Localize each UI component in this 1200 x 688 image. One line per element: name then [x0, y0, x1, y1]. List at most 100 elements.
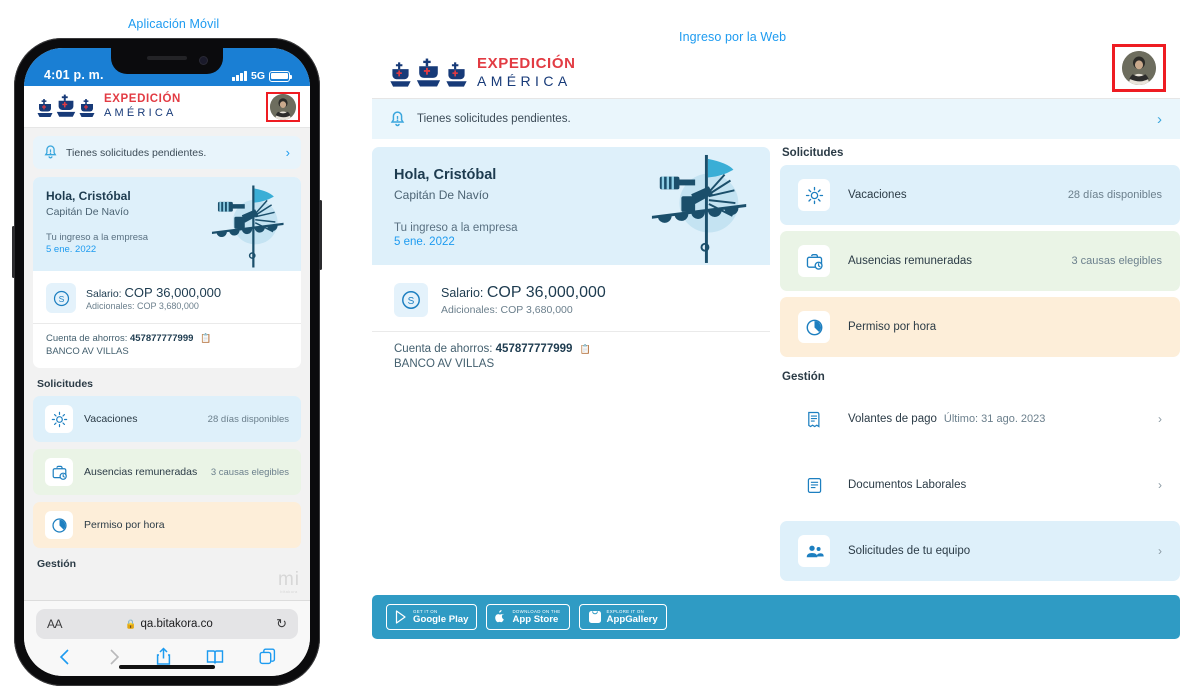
salary-line: Salario: COP 36,000,000	[441, 284, 606, 302]
bitakora-watermark: mi bitakora	[278, 569, 300, 594]
profile-card: Hola, Cristóbal Capitán De Navío Tu ingr…	[33, 177, 301, 368]
joined-label: Tu ingreso a la empresa	[46, 232, 149, 243]
brand-line-2: AMÉRICA	[104, 106, 177, 119]
tile-ausencias[interactable]: Ausencias remuneradas 3 causas elegibles	[780, 231, 1180, 291]
copy-icon[interactable]: 📋	[200, 333, 211, 343]
salary-amount: COP 36,000,000	[124, 285, 222, 300]
tile-meta: 28 días disponibles	[1067, 189, 1162, 201]
briefcase-clock-icon	[798, 245, 830, 277]
avatar[interactable]	[270, 93, 296, 120]
chevron-right-icon[interactable]: ›	[1158, 412, 1162, 426]
account-line: Cuenta de ahorros: 457877777999 📋	[394, 343, 748, 355]
web-left-column: Hola, Cristóbal Capitán De Navío Tu ingr…	[372, 147, 770, 535]
account-number: 457877777999	[495, 343, 573, 355]
tile-label: Ausencias remuneradas	[84, 466, 198, 478]
bank-name: BANCO AV VILLAS	[394, 358, 495, 370]
sailor-crows-nest-illustration	[648, 149, 756, 265]
salary-row: S Salario: COP 36,000,000 Adicionales: C…	[372, 265, 770, 331]
google-play-badge[interactable]: GET IT ON Google Play	[386, 604, 478, 630]
joined-date: 5 ene. 2022	[394, 236, 455, 248]
sun-icon	[798, 179, 830, 211]
payslip-icon	[798, 403, 830, 435]
share-button[interactable]	[156, 647, 171, 666]
brand-line-1: EXPEDICIÓN	[477, 55, 576, 72]
salary-extra-line: Adicionales: COP 3,680,000	[86, 301, 221, 311]
chevron-right-icon[interactable]: ›	[1158, 478, 1162, 492]
account-label: Cuenta de ahorros:	[394, 343, 493, 355]
greeting: Hola, Cristóbal	[46, 189, 131, 203]
section-title-solicitudes: Solicitudes	[782, 147, 844, 159]
ships-logo-icon	[388, 57, 469, 88]
network-label: 5G	[250, 70, 265, 82]
tile-vacaciones[interactable]: Vacaciones 28 días disponibles	[780, 165, 1180, 225]
phone-notch	[111, 48, 223, 74]
avatar[interactable]	[1122, 51, 1156, 85]
section-title-solicitudes: Solicitudes	[37, 378, 94, 390]
sun-icon	[45, 405, 73, 433]
back-button[interactable]	[58, 648, 72, 666]
tile-documentos-laborales[interactable]: Documentos Laborales ›	[780, 455, 1180, 515]
tile-volantes-de-pago[interactable]: Volantes de pago Último: 31 ago. 2023 ›	[780, 389, 1180, 449]
brand-line-2: AMÉRICA	[477, 73, 572, 89]
url-text[interactable]: qa.bitakora.co	[141, 618, 213, 630]
text-size-button[interactable]: AA	[47, 617, 63, 631]
tile-ausencias[interactable]: Ausencias remuneradas 3 causas elegibles	[33, 449, 301, 495]
brand-wordmark: EXPEDICIÓN AMÉRICA	[104, 94, 181, 119]
watermark-subtext: bitakora	[280, 589, 298, 594]
salary-line: Salario: COP 36,000,000	[86, 285, 221, 300]
reload-icon[interactable]: ↻	[276, 616, 287, 632]
tile-meta: 3 causas elegibles	[1071, 255, 1162, 267]
salary-extra-line: Adicionales: COP 3,680,000	[441, 304, 606, 316]
google-play-icon	[395, 610, 406, 624]
web-profile-card: Hola, Cristóbal Capitán De Navío Tu ingr…	[372, 147, 770, 535]
document-icon	[798, 469, 830, 501]
chevron-right-icon[interactable]: ›	[1157, 111, 1162, 128]
tile-solicitudes-equipo[interactable]: Solicitudes de tu equipo ›	[780, 521, 1180, 581]
battery-full-icon	[269, 70, 293, 82]
mobile-content: Tienes solicitudes pendientes. › Hola, C…	[24, 128, 310, 600]
briefcase-clock-icon	[45, 458, 73, 486]
badge-big-text: Google Play	[413, 613, 469, 625]
tile-permiso[interactable]: Permiso por hora	[33, 502, 301, 548]
web-right-column: Solicitudes Vacaciones 28 días disponibl…	[780, 147, 1180, 587]
signal-bars-icon	[232, 71, 247, 81]
section-title-gestion: Gestión	[782, 371, 825, 383]
web-columns: Hola, Cristóbal Capitán De Navío Tu ingr…	[372, 147, 1180, 587]
clock-icon	[798, 311, 830, 343]
copy-icon[interactable]: 📋	[580, 344, 591, 354]
banner-text: Tienes solicitudes pendientes.	[66, 146, 207, 159]
salary-extra-amount: COP 3,680,000	[500, 304, 573, 316]
brand-logo: EXPEDICIÓN AMÉRICA	[36, 94, 181, 119]
brand-logo-web: EXPEDICIÓN AMÉRICA	[388, 56, 576, 88]
chevron-right-icon[interactable]: ›	[1158, 544, 1162, 558]
salary-label: Salario:	[441, 286, 484, 300]
tile-label: Volantes de pago	[848, 413, 937, 425]
pending-requests-banner[interactable]: Tienes solicitudes pendientes. ›	[33, 136, 301, 169]
web-pending-requests-banner[interactable]: Tienes solicitudes pendientes. ›	[372, 99, 1180, 139]
role: Capitán De Navío	[394, 188, 489, 202]
account-block: Cuenta de ahorros: 457877777999 📋 BANCO …	[33, 324, 301, 368]
mobile-avatar-highlight[interactable]	[266, 91, 300, 122]
appgallery-icon	[588, 611, 601, 623]
mobile-app-header: EXPEDICIÓN AMÉRICA	[24, 86, 310, 128]
account-number: 457877777999	[129, 333, 194, 344]
brand-line-1: EXPEDICIÓN	[104, 93, 181, 106]
forward-button[interactable]	[107, 648, 121, 666]
bookmarks-button[interactable]	[206, 649, 224, 665]
tile-meta: 28 días disponibles	[207, 413, 289, 425]
appgallery-badge[interactable]: EXPLORE IT ON AppGallery	[578, 604, 667, 630]
tile-vacaciones[interactable]: Vacaciones 28 días disponibles	[33, 396, 301, 442]
web-avatar-highlight[interactable]	[1112, 44, 1166, 92]
app-store-badge[interactable]: Download on the App Store	[486, 604, 570, 630]
watermark-text: mi	[277, 569, 300, 590]
tile-permiso[interactable]: Permiso por hora	[780, 297, 1180, 357]
tile-label: Documentos Laborales	[848, 479, 967, 491]
joined-date: 5 ene. 2022	[46, 244, 97, 255]
brand-wordmark-web: EXPEDICIÓN AMÉRICA	[477, 56, 576, 88]
chevron-right-icon[interactable]: ›	[286, 146, 290, 159]
tabs-button[interactable]	[259, 648, 276, 665]
safari-url-bar[interactable]: AA 🔒 qa.bitakora.co ↻	[36, 609, 298, 639]
banner-text: Tienes solicitudes pendientes.	[417, 113, 571, 125]
team-icon	[798, 535, 830, 567]
safari-bottom-bar: AA 🔒 qa.bitakora.co ↻	[24, 600, 310, 676]
